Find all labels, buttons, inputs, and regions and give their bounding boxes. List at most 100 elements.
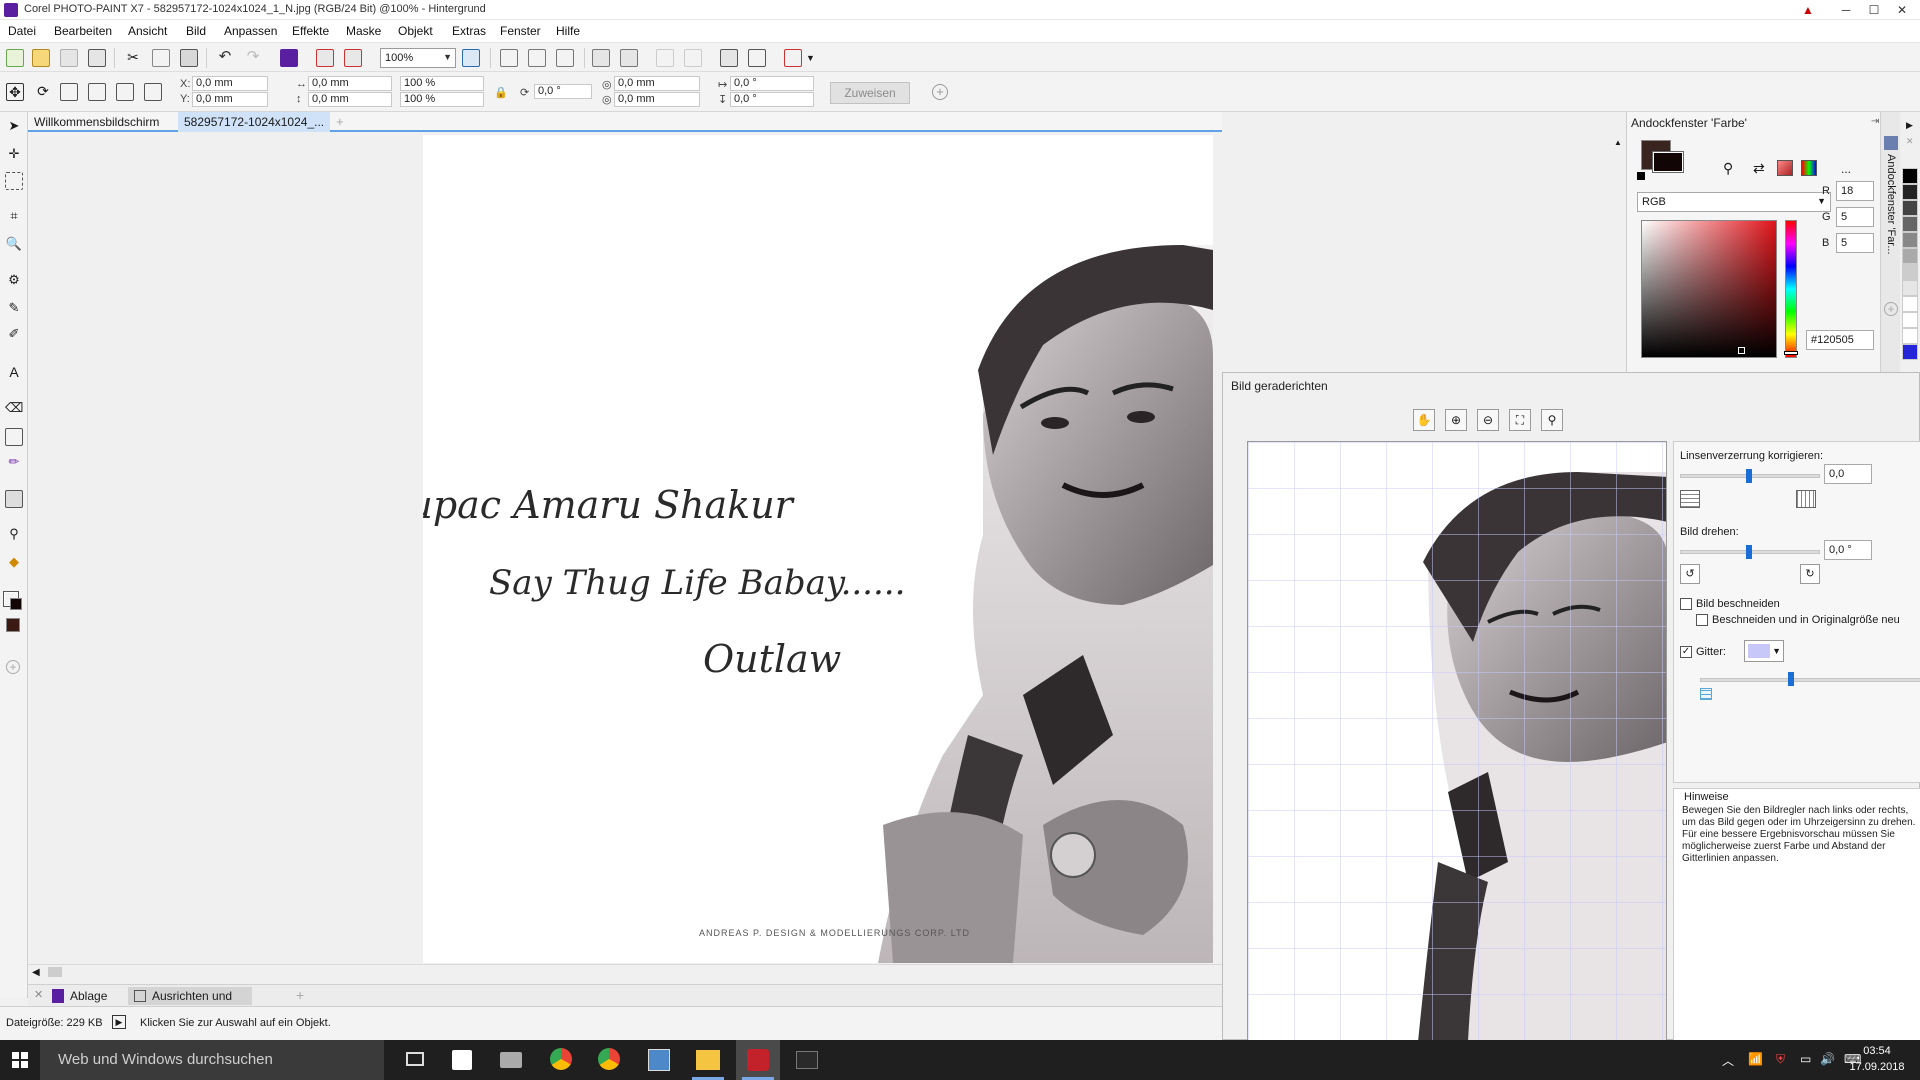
image-icon[interactable] — [720, 49, 738, 67]
grid-spacing-thumb[interactable] — [1788, 672, 1794, 686]
scroll-up-icon[interactable]: ▲ — [1614, 138, 1622, 147]
palette-swatch[interactable] — [1902, 264, 1918, 280]
menu-fenster[interactable]: Fenster — [500, 24, 541, 38]
crop-resize-checkbox[interactable] — [1696, 614, 1708, 626]
color-docker-tab-icon[interactable] — [1884, 136, 1898, 150]
red-eye-tool-icon[interactable]: ⚙ — [5, 272, 23, 290]
crop-tool-icon[interactable]: ⌗ — [5, 208, 23, 226]
palette-swatch[interactable] — [1902, 184, 1918, 200]
crop-image-checkbox[interactable] — [1680, 598, 1692, 610]
color-model-select[interactable]: RGB ▼ — [1637, 192, 1831, 212]
menu-datei[interactable]: Datei — [8, 24, 36, 38]
secondary-color-swatch[interactable] — [10, 598, 22, 610]
no-color-icon[interactable]: ✕ — [1906, 136, 1914, 147]
launcher-icon[interactable] — [784, 49, 802, 67]
menu-anpassen[interactable]: Anpassen — [224, 24, 277, 38]
zoom-fit-icon[interactable] — [462, 49, 480, 67]
width-field[interactable]: 0,0 mm — [308, 76, 392, 91]
skew-horizontal-field[interactable]: 0,0 ° — [730, 76, 814, 91]
play-icon[interactable]: ▶ — [112, 1015, 126, 1029]
rotate-icon[interactable]: ⟳ — [34, 83, 52, 101]
menu-hilfe[interactable]: Hilfe — [556, 24, 580, 38]
x-position-field[interactable]: 0,0 mm — [192, 76, 268, 91]
clock-date[interactable]: 17.09.2018 — [1846, 1061, 1908, 1073]
add-docker-icon[interactable]: + — [296, 987, 304, 1003]
import-icon[interactable] — [316, 49, 334, 67]
chevron-down-icon[interactable]: ▼ — [806, 53, 815, 63]
eyedropper-icon[interactable]: ⚲ — [1723, 160, 1733, 177]
rotate-right-icon[interactable]: ↻ — [1800, 564, 1820, 584]
zoom-tool-icon[interactable]: 🔍 — [5, 236, 23, 254]
lens-distortion-thumb[interactable] — [1746, 469, 1752, 483]
rotate-left-icon[interactable]: ↺ — [1680, 564, 1700, 584]
cut-icon[interactable]: ✂ — [124, 49, 142, 67]
palette-swatch[interactable] — [1902, 232, 1918, 248]
store-icon[interactable] — [452, 1050, 472, 1070]
open-folder-icon[interactable] — [32, 49, 50, 67]
move-icon[interactable]: ✥ — [6, 83, 24, 101]
hand-pan-icon[interactable]: ✋ — [1413, 409, 1435, 431]
file-explorer-icon[interactable] — [696, 1050, 720, 1070]
export-icon[interactable] — [344, 49, 362, 67]
files-icon[interactable] — [500, 1052, 522, 1068]
rulers-icon[interactable] — [500, 49, 518, 67]
paint-tool-icon[interactable]: ✏ — [5, 454, 23, 472]
palette-scroll-icon[interactable]: ▶ — [1906, 120, 1913, 131]
menu-extras[interactable]: Extras — [452, 24, 486, 38]
docker-side-title[interactable]: Andockfenster 'Far... — [1885, 154, 1897, 294]
palette-swatch[interactable] — [1902, 248, 1918, 264]
corel-connect-icon[interactable] — [280, 49, 298, 67]
tab-document[interactable]: 582957172-1024x1024_... — [178, 112, 331, 132]
scroll-thumb[interactable] — [48, 967, 62, 977]
snap-icon[interactable] — [556, 49, 574, 67]
text-tool-icon[interactable]: A — [5, 364, 23, 382]
clone-tool-icon[interactable]: ✎ — [5, 300, 23, 318]
tab-welcome[interactable]: Willkommensbildschirm — [28, 112, 165, 132]
network-icon[interactable]: 📶 — [1748, 1052, 1763, 1066]
apply-button[interactable]: Zuweisen — [830, 82, 910, 104]
zoom-out-icon[interactable]: ⊖ — [1477, 409, 1499, 431]
battery-icon[interactable]: ▭ — [1800, 1052, 1811, 1066]
photo-paint-task[interactable] — [736, 1040, 780, 1080]
security-icon[interactable]: ⛨ — [1776, 1052, 1785, 1067]
tab-align[interactable]: Ausrichten und ve... — [128, 987, 252, 1017]
grid-spacing-slider[interactable] — [1700, 678, 1920, 682]
outline-color-swatch[interactable] — [1652, 151, 1684, 173]
tray-chevron-icon[interactable]: ︿ — [1722, 1052, 1734, 1069]
transparency-tool-icon[interactable] — [5, 490, 23, 508]
scroll-left-icon[interactable]: ◀ — [32, 967, 40, 978]
zoom-level-select[interactable]: 100% ▼ — [380, 48, 456, 68]
scale-height-field[interactable]: 100 % — [400, 92, 484, 107]
grid-color-picker[interactable]: ▼ — [1744, 640, 1784, 662]
windows-start-icon[interactable] — [12, 1052, 28, 1068]
menu-maske[interactable]: Maske — [346, 24, 381, 38]
menu-ansicht[interactable]: Ansicht — [128, 24, 167, 38]
clock-time[interactable]: 03:54 — [1846, 1045, 1908, 1057]
perspective-icon[interactable] — [116, 83, 134, 101]
palette-swatch[interactable] — [1902, 344, 1918, 360]
task-view-icon[interactable] — [406, 1052, 424, 1066]
palette-swatch[interactable] — [1902, 312, 1918, 328]
hex-color-field[interactable]: #120505 — [1806, 330, 1874, 350]
mask-overlay-icon[interactable] — [620, 49, 638, 67]
zoom-fit-icon[interactable]: ⛶ — [1509, 409, 1531, 431]
lens-distortion-field[interactable]: 0,0 — [1824, 464, 1872, 484]
fill-tool-icon[interactable]: ◆ — [5, 554, 23, 572]
shape-tool-icon[interactable] — [5, 428, 23, 446]
blue-field[interactable]: 5 — [1836, 233, 1874, 253]
color-palette-icon[interactable] — [1801, 160, 1817, 176]
pincushion-distortion-icon[interactable] — [1796, 490, 1816, 508]
taskbar-search-input[interactable]: Web und Windows durchsuchen — [40, 1040, 384, 1080]
transform-tool-icon[interactable]: ✛ — [5, 146, 23, 164]
undo-icon[interactable]: ↶ — [216, 49, 234, 67]
menu-objekt[interactable]: Objekt — [398, 24, 433, 38]
hue-slider-thumb[interactable] — [1784, 351, 1798, 355]
pick-tool-icon[interactable]: ➤ — [5, 118, 23, 136]
palette-swatch[interactable] — [1902, 296, 1918, 312]
paper-color-swatch[interactable] — [6, 618, 20, 632]
straighten-preview[interactable] — [1247, 441, 1667, 1041]
palette-swatch[interactable] — [1902, 200, 1918, 216]
photos-icon[interactable] — [648, 1049, 670, 1071]
palette-swatch[interactable] — [1902, 328, 1918, 344]
bounding-box-icon[interactable] — [144, 83, 162, 101]
